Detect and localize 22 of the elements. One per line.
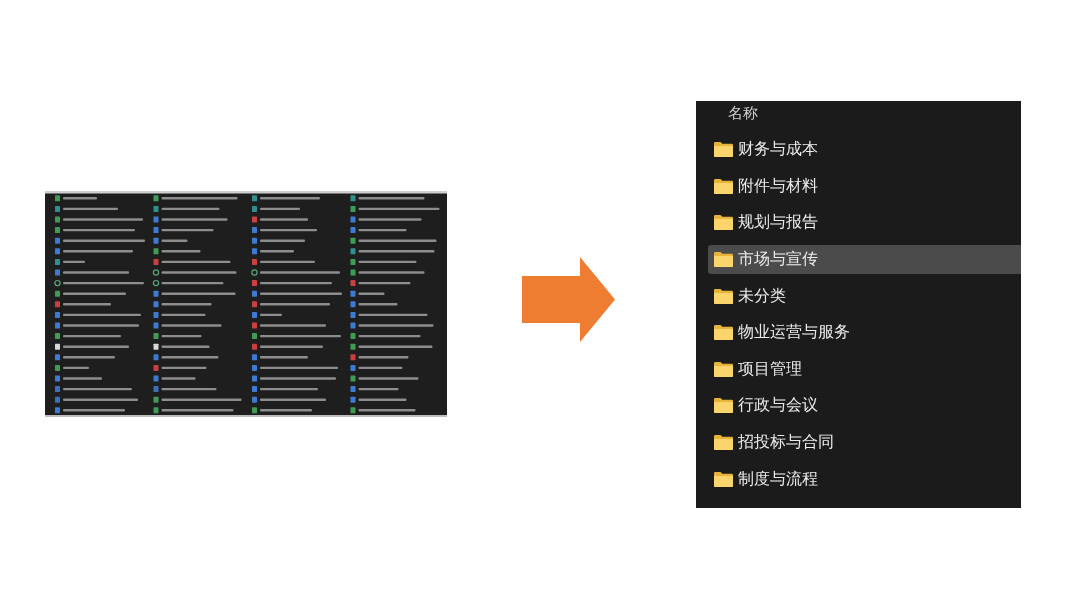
folder-item[interactable]: 制度与流程 xyxy=(708,464,1021,494)
folder-icon xyxy=(714,471,733,487)
folder-item[interactable]: 规划与报告 xyxy=(708,208,1021,238)
folder-item[interactable]: 市场与宣传 xyxy=(708,245,1021,275)
folder-item[interactable]: 物业运营与服务 xyxy=(708,318,1021,348)
folder-icon xyxy=(714,361,733,377)
folder-item[interactable]: 未分类 xyxy=(708,281,1021,311)
folder-icon xyxy=(714,252,733,268)
column-header: 名称 xyxy=(728,104,758,123)
folder-item[interactable]: 招投标与合同 xyxy=(708,428,1021,458)
folder-icon xyxy=(714,288,733,304)
right-arrow-icon xyxy=(522,256,615,342)
folder-icon xyxy=(714,398,733,414)
folder-icon xyxy=(714,178,733,194)
folder-icon xyxy=(714,142,733,158)
folder-icon xyxy=(714,215,733,231)
folder-item[interactable]: 附件与材料 xyxy=(708,171,1021,201)
folder-item[interactable]: 行政与会议 xyxy=(708,391,1021,421)
folder-icon xyxy=(714,325,733,341)
folder-item[interactable]: 项目管理 xyxy=(708,354,1021,384)
folder-item[interactable]: 财务与成本 xyxy=(708,135,1021,165)
folder-icon xyxy=(714,435,733,451)
